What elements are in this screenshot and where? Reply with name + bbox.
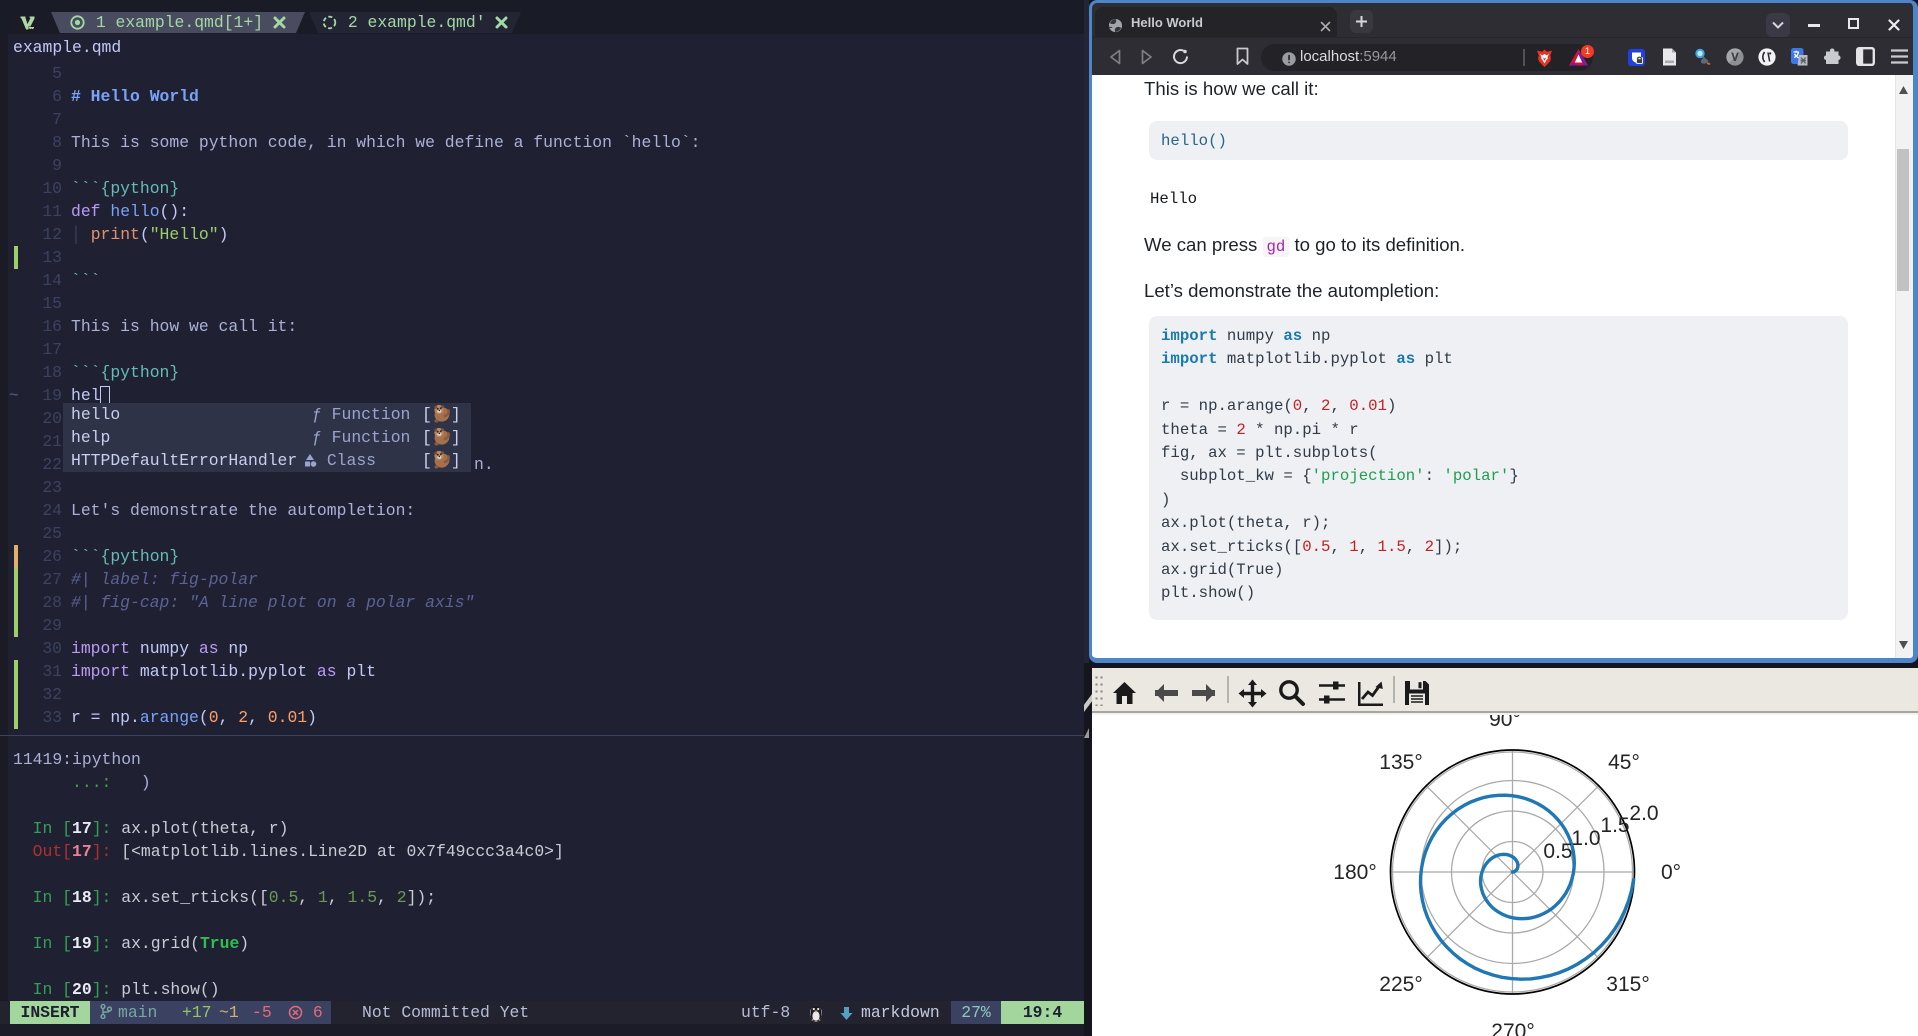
svg-text:315°: 315° [1606, 973, 1649, 996]
svg-text:1.0: 1.0 [1571, 827, 1600, 850]
svg-text:135°: 135° [1379, 751, 1422, 774]
svg-text:90°: 90° [1489, 715, 1521, 731]
svg-text:0°: 0° [1661, 861, 1681, 884]
svg-text:2.0: 2.0 [1629, 802, 1658, 825]
svg-text:270°: 270° [1491, 1020, 1534, 1036]
svg-text:180°: 180° [1333, 861, 1376, 884]
svg-text:1.5: 1.5 [1600, 814, 1629, 837]
svg-text:0.5: 0.5 [1543, 840, 1572, 863]
svg-text:225°: 225° [1379, 973, 1422, 996]
svg-text:45°: 45° [1608, 751, 1640, 774]
